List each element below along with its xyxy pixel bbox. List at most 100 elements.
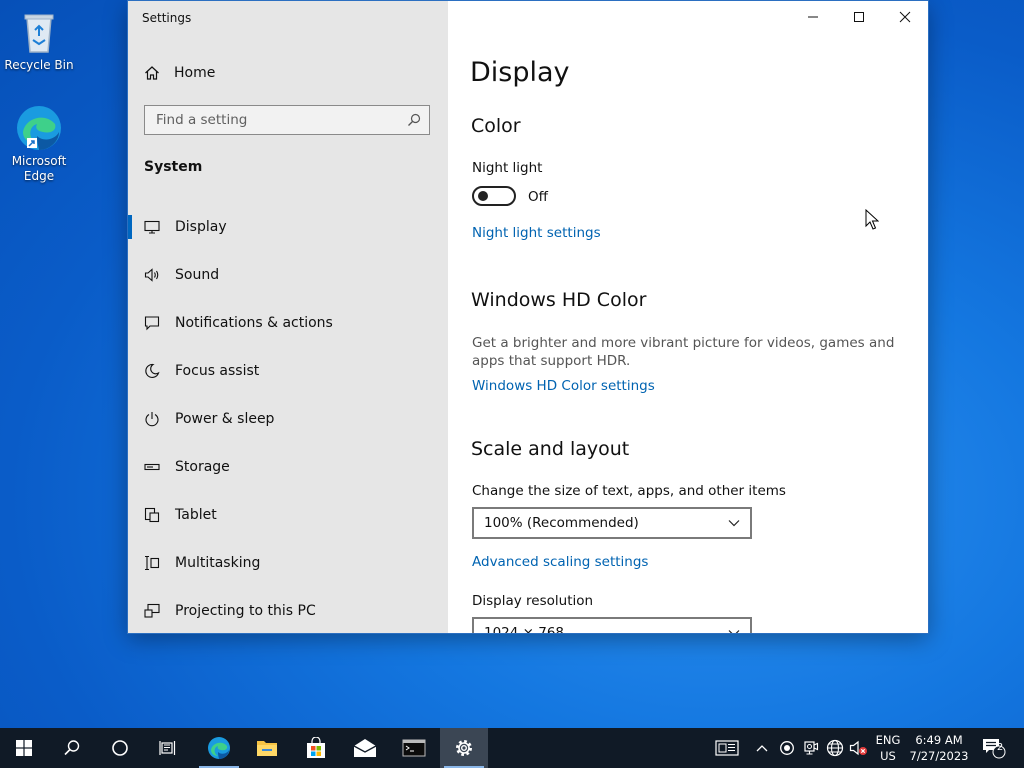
sidebar-item-display[interactable]: Display [128, 203, 448, 251]
sidebar-item-label: Focus assist [175, 363, 260, 379]
night-light-state: Off [528, 189, 548, 205]
cortana-button[interactable] [96, 728, 144, 768]
news-icon [715, 740, 739, 756]
chevron-up-icon [756, 745, 768, 752]
action-center-button[interactable]: 2 [980, 728, 1008, 768]
sidebar-item-notifications[interactable]: Notifications & actions [128, 299, 448, 347]
close-button[interactable] [882, 1, 928, 33]
volume-muted-icon [849, 740, 867, 756]
edge-icon [208, 737, 230, 759]
section-heading-color: Color [471, 115, 521, 137]
edge-icon [17, 106, 61, 150]
display-resolution-dropdown[interactable]: 1024 × 768 [472, 617, 752, 633]
task-view-icon [159, 741, 176, 755]
search-button[interactable] [48, 728, 96, 768]
chevron-down-icon [728, 630, 740, 633]
language-code: ENG [875, 733, 901, 747]
recycle-bin-icon [24, 14, 54, 53]
mail-icon [353, 739, 377, 757]
taskbar-settings-button[interactable] [440, 728, 488, 768]
clock[interactable]: 6:49 AM 7/27/2023 [906, 732, 972, 764]
taskbar: ENG US 6:49 AM 7/27/2023 2 [0, 728, 1024, 768]
night-light-settings-link[interactable]: Night light settings [472, 225, 601, 241]
globe-icon [826, 739, 844, 757]
display-resolution-label: Display resolution [472, 593, 594, 609]
section-heading-scale: Scale and layout [471, 438, 630, 460]
maximize-button[interactable] [836, 1, 882, 33]
home-icon [145, 66, 159, 80]
store-icon [307, 737, 325, 758]
projecting-icon [143, 602, 161, 620]
windows-logo-icon [16, 740, 32, 756]
taskbar-mail-button[interactable] [341, 728, 389, 768]
sidebar-item-label: Multitasking [175, 555, 261, 571]
settings-window: Settings Home Find a setting System Disp… [128, 1, 928, 633]
notification-icon [143, 314, 161, 332]
hd-color-settings-link[interactable]: Windows HD Color settings [472, 378, 655, 394]
gear-icon [456, 740, 472, 756]
sidebar-item-projecting[interactable]: Projecting to this PC [128, 587, 448, 633]
tray-volume-button[interactable] [849, 728, 869, 768]
page-title: Display [470, 57, 570, 88]
taskbar-store-button[interactable] [292, 728, 340, 768]
clock-date: 7/27/2023 [909, 749, 969, 763]
search-icon [408, 113, 421, 126]
folder-icon [257, 741, 277, 756]
scale-size-dropdown[interactable]: 100% (Recommended) [472, 507, 752, 539]
terminal-icon [402, 739, 426, 757]
sidebar-home[interactable]: Home [144, 65, 215, 81]
section-label-system: System [144, 159, 203, 175]
sidebar-item-storage[interactable]: Storage [128, 443, 448, 491]
sidebar-item-label: Projecting to this PC [175, 603, 316, 619]
task-view-button[interactable] [144, 728, 192, 768]
taskbar-terminal-button[interactable] [390, 728, 438, 768]
monitor-icon [143, 218, 161, 236]
minimize-icon [808, 16, 818, 18]
sidebar: Settings Home Find a setting System Disp… [128, 1, 448, 633]
sidebar-item-multitasking[interactable]: Multitasking [128, 539, 448, 587]
start-button[interactable] [0, 728, 48, 768]
sidebar-item-sound[interactable]: Sound [128, 251, 448, 299]
sidebar-item-label: Display [175, 219, 227, 235]
tray-network-button[interactable] [825, 728, 845, 768]
input-language-indicator[interactable]: ENG US [872, 732, 904, 764]
night-light-label: Night light [472, 160, 543, 176]
sidebar-item-label: Sound [175, 267, 220, 283]
tray-camera-button[interactable] [801, 728, 821, 768]
desktop-icon-label: Recycle Bin [4, 58, 74, 72]
desktop-icon-label: Microsoft Edge [11, 154, 67, 183]
scale-size-label: Change the size of text, apps, and other… [472, 483, 786, 499]
tray-show-hidden-button[interactable] [752, 728, 772, 768]
tray-news-button[interactable] [714, 728, 740, 768]
cortana-icon [112, 740, 128, 756]
minimize-button[interactable] [790, 1, 836, 33]
moon-icon [143, 362, 161, 380]
night-light-toggle[interactable] [472, 186, 516, 206]
sidebar-nav: Display Sound Notifications & actions Fo… [128, 203, 448, 633]
multitasking-icon [143, 554, 161, 572]
sidebar-item-focus-assist[interactable]: Focus assist [128, 347, 448, 395]
taskbar-edge-button[interactable] [195, 728, 243, 768]
region-code: US [880, 749, 896, 763]
advanced-scaling-link[interactable]: Advanced scaling settings [472, 554, 648, 570]
window-controls [790, 1, 928, 33]
notification-count-badge: 2 [996, 742, 1004, 753]
tray-record-button[interactable] [777, 728, 797, 768]
desktop-icon-recycle-bin[interactable]: Recycle Bin [1, 8, 77, 73]
desktop-icon-microsoft-edge[interactable]: Microsoft Edge [1, 104, 77, 184]
home-label: Home [174, 65, 216, 81]
section-heading-hd-color: Windows HD Color [471, 289, 647, 311]
power-icon [143, 410, 161, 428]
toggle-knob [478, 191, 488, 201]
sidebar-item-tablet[interactable]: Tablet [128, 491, 448, 539]
search-icon [64, 740, 80, 756]
sidebar-item-label: Storage [175, 459, 230, 475]
search-input[interactable]: Find a setting [144, 105, 430, 135]
maximize-icon [854, 12, 864, 22]
taskbar-file-explorer-button[interactable] [243, 728, 291, 768]
sidebar-item-label: Tablet [175, 507, 217, 523]
sidebar-item-label: Power & sleep [175, 411, 275, 427]
sidebar-item-power-sleep[interactable]: Power & sleep [128, 395, 448, 443]
hd-color-description: Get a brighter and more vibrant picture … [472, 335, 895, 369]
mouse-cursor-icon [865, 209, 879, 230]
